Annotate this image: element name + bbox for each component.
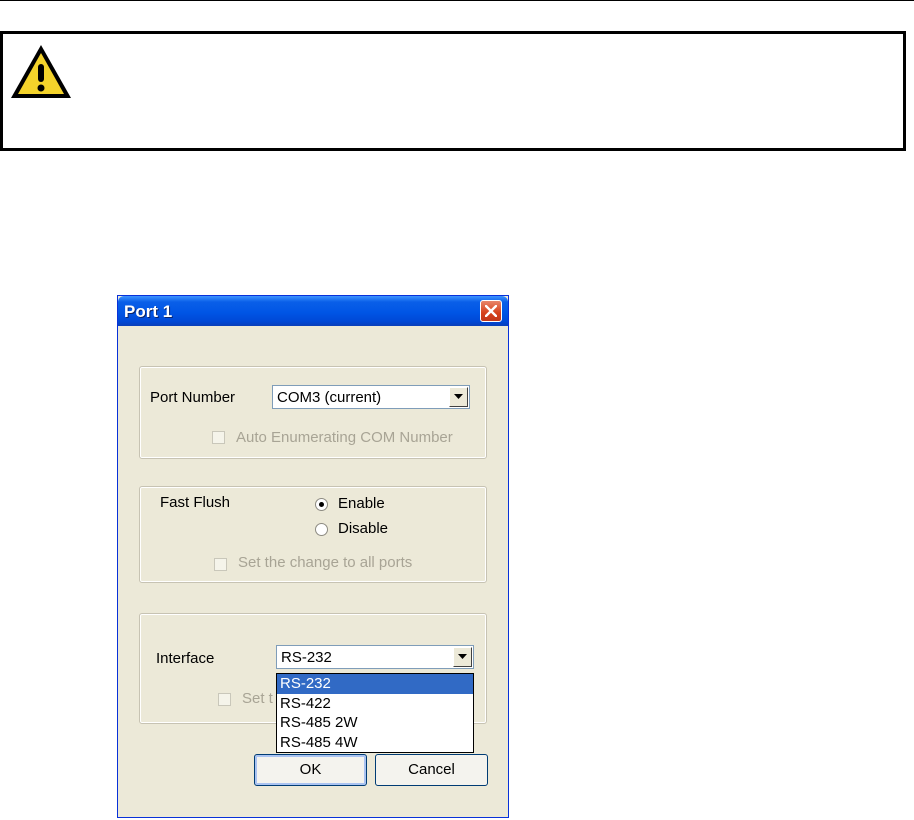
fast-flush-label: Fast Flush bbox=[160, 494, 231, 511]
chevron-down-icon bbox=[454, 394, 463, 399]
interface-apply-all-label: Set t bbox=[242, 690, 273, 707]
interface-label: Interface bbox=[156, 650, 215, 667]
interface-select[interactable]: RS-232 bbox=[276, 645, 474, 669]
apply-all-ports-label: Set the change to all ports bbox=[238, 554, 413, 571]
interface-option-rs485-4w[interactable]: RS-485 4W bbox=[277, 733, 473, 753]
page-top-rule bbox=[0, 0, 914, 1]
apply-all-ports-checkbox[interactable] bbox=[214, 558, 227, 571]
port-number-select[interactable]: COM3 (current) bbox=[272, 385, 470, 409]
port-number-value: COM3 (current) bbox=[277, 389, 382, 406]
close-icon bbox=[485, 305, 497, 317]
title-bar[interactable]: Port 1 bbox=[118, 296, 508, 326]
fast-flush-disable-radio[interactable] bbox=[315, 523, 328, 536]
auto-enumerating-label: Auto Enumerating COM Number bbox=[236, 429, 453, 446]
interface-option-rs485-2w[interactable]: RS-485 2W bbox=[277, 713, 473, 733]
cancel-button[interactable]: Cancel bbox=[375, 754, 488, 786]
ok-button[interactable]: OK bbox=[254, 754, 367, 786]
close-button[interactable] bbox=[480, 300, 502, 322]
fast-flush-disable-label: Disable bbox=[338, 520, 389, 537]
warning-box bbox=[0, 31, 906, 151]
interface-dropdown-list: RS-232 RS-422 RS-485 2W RS-485 4W bbox=[276, 673, 474, 753]
port-number-label: Port Number bbox=[150, 389, 236, 406]
auto-enumerating-checkbox[interactable] bbox=[212, 431, 225, 444]
fast-flush-enable-label: Enable bbox=[338, 495, 385, 512]
port-settings-dialog: Port 1 Port Number COM3 (current) Auto E… bbox=[117, 295, 509, 818]
interface-option-rs232[interactable]: RS-232 bbox=[277, 674, 473, 694]
port-number-dropdown-button[interactable] bbox=[449, 387, 468, 407]
interface-dropdown-button[interactable] bbox=[453, 647, 472, 667]
fast-flush-enable-radio[interactable] bbox=[315, 498, 328, 511]
warning-triangle-icon bbox=[11, 45, 71, 98]
interface-apply-all-checkbox[interactable] bbox=[218, 693, 231, 706]
interface-value: RS-232 bbox=[281, 649, 332, 666]
interface-option-rs422[interactable]: RS-422 bbox=[277, 694, 473, 714]
chevron-down-icon bbox=[458, 654, 467, 659]
dialog-title: Port 1 bbox=[124, 302, 173, 321]
